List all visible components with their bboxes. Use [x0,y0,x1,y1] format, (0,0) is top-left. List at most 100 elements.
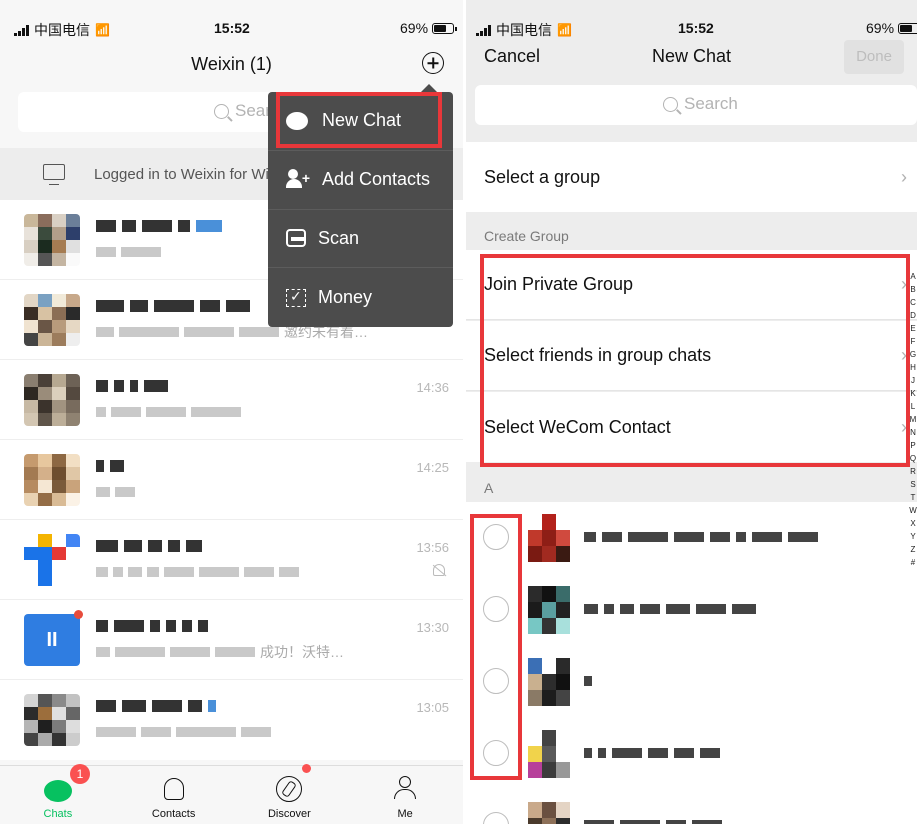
add-contact-icon: + [286,168,310,191]
contact-row[interactable] [466,646,917,718]
tab-bar: Chats Contacts Discover Me 1 [0,764,463,824]
unread-dot [74,610,83,619]
chat-row[interactable]: 13:56 [0,520,463,600]
search-icon [214,103,229,119]
chat-row[interactable]: 13:05 [0,680,463,760]
weixin-chats-screen: 中国电信 📶 15:52 69% Weixin (1) Search Logge… [0,0,463,824]
battery-percent: 69% [866,20,895,36]
index-letter[interactable]: F [909,335,917,348]
index-letter[interactable]: P [909,439,917,452]
done-button[interactable]: Done [844,40,904,74]
index-letter[interactable]: A [909,270,917,283]
alphabet-index[interactable]: A B C D E F G H J K L M N P Q R S T W X Y Z # [909,270,917,569]
avatar [24,374,80,426]
money-icon [286,288,306,307]
avatar [528,658,570,706]
index-letter[interactable]: L [909,400,917,413]
index-letter[interactable]: # [909,556,917,569]
new-chat-screen: 中国电信 📶 15:52 69% Cancel New Chat Done Se… [466,0,917,824]
menu-item-label: Money [318,287,373,308]
chat-row[interactable]: II 成功！沃特… 13:30 [0,600,463,680]
battery-percent: 69% [400,20,429,36]
scan-icon [286,229,306,248]
wifi-icon: 📶 [557,23,572,37]
avatar [24,534,80,586]
status-time: 15:52 [678,20,714,36]
chat-row[interactable]: 14:36 [0,360,463,440]
index-letter[interactable]: B [909,283,917,296]
chat-row[interactable]: 14:25 [0,440,463,520]
avatar [528,514,570,562]
index-letter[interactable]: S [909,478,917,491]
status-bar: 中国电信 📶 15:52 69% [0,0,463,38]
select-group-row[interactable]: Select a group › [466,142,917,212]
avatar [528,730,570,778]
index-letter[interactable]: Q [909,452,917,465]
tab-discover[interactable]: Discover [232,766,348,824]
menu-item-add-contacts[interactable]: + Add Contacts [268,151,453,210]
wifi-icon: 📶 [95,23,110,37]
index-letter[interactable]: J [909,374,917,387]
index-letter[interactable]: K [909,387,917,400]
page-title: Weixin (1) [191,54,272,74]
chat-time: 14:25 [416,460,449,475]
mute-bell-icon [433,564,445,576]
tab-me[interactable]: Me [347,766,463,824]
index-letter[interactable]: X [909,517,917,530]
chevron-right-icon: › [901,166,907,187]
menu-item-label: Scan [318,227,360,248]
chat-preview: 成功！沃特… [260,644,344,660]
search-bar[interactable]: Search [475,85,917,125]
tab-chats[interactable]: Chats [0,766,116,824]
signal-icon [14,24,29,36]
compass-icon [276,776,303,802]
chat-time: 13:05 [416,700,449,715]
avatar [24,294,80,346]
contact-row[interactable] [466,790,917,824]
status-time: 15:52 [214,20,250,36]
avatar [528,802,570,824]
search-placeholder: Search [684,94,738,113]
carrier-name: 中国电信 [34,22,90,38]
select-radio[interactable] [483,812,509,824]
chat-bubble-icon [43,780,72,802]
desktop-icon [43,164,65,185]
unread-badge: 1 [70,764,90,784]
section-label: Create Group [484,228,569,244]
tab-label: Discover [267,808,311,820]
battery-icon [432,22,458,34]
index-letter[interactable]: M [909,413,917,426]
row-label: Select a group [484,166,601,187]
index-letter[interactable]: H [909,361,917,374]
tab-label: Chats [43,808,73,820]
highlight-box [276,92,442,148]
section-letter: A [484,480,494,496]
tab-contacts[interactable]: Contacts [116,766,232,824]
index-letter[interactable]: Y [909,530,917,543]
discover-dot [302,764,311,773]
chat-time: 14:36 [416,380,449,395]
menu-item-money[interactable]: Money [268,268,453,327]
nav-bar: Cancel New Chat Done [466,36,917,78]
avatar [24,454,80,506]
index-letter[interactable]: Z [909,543,917,556]
index-letter[interactable]: C [909,296,917,309]
index-letter[interactable]: T [909,491,917,504]
index-letter[interactable]: E [909,322,917,335]
index-letter[interactable]: G [909,348,917,361]
highlight-box [480,254,910,467]
index-letter[interactable]: R [909,465,917,478]
chat-time: 13:56 [416,540,449,555]
index-letter[interactable]: N [909,426,917,439]
index-letter[interactable]: W [909,504,917,517]
menu-item-scan[interactable]: Scan [268,210,453,269]
signal-icon [476,24,491,36]
contact-row[interactable] [466,502,917,574]
person-icon [394,776,417,800]
plus-circle-icon[interactable] [422,52,444,74]
chat-time: 13:30 [416,620,449,635]
contact-row[interactable] [466,718,917,790]
contact-row[interactable] [466,574,917,646]
index-letter[interactable]: D [909,309,917,322]
tab-label: Me [397,808,413,820]
